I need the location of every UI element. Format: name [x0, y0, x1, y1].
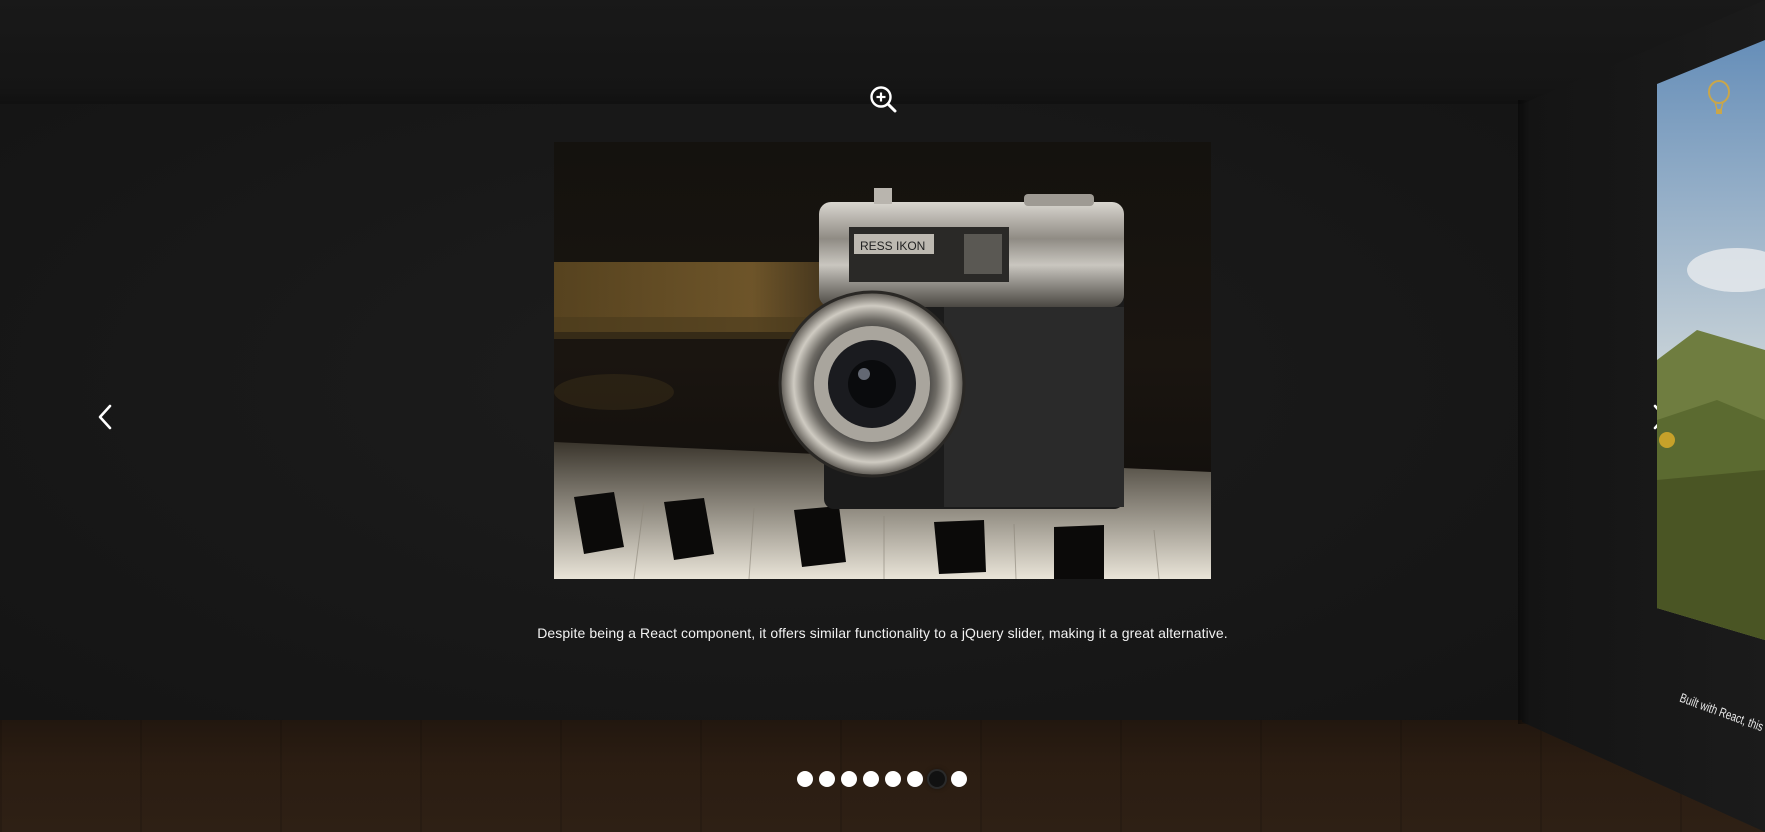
chevron-left-icon [98, 404, 112, 430]
prev-slide-button[interactable] [93, 402, 119, 432]
pagination-dot-4[interactable] [863, 771, 879, 787]
zoom-in-icon[interactable] [868, 84, 898, 114]
balloon-icon [1706, 80, 1732, 116]
svg-text:RESS IKON: RESS IKON [860, 239, 925, 253]
wall-corner-shadow [1518, 100, 1530, 724]
slide-image-camera[interactable]: RESS IKON [554, 142, 1211, 579]
pagination-dot-2[interactable] [819, 771, 835, 787]
pagination-dot-1[interactable] [797, 771, 813, 787]
pagination-dot-3[interactable] [841, 771, 857, 787]
pagination-dot-5[interactable] [885, 771, 901, 787]
pagination-dots [797, 771, 967, 787]
pagination-dot-7-active[interactable] [929, 771, 945, 787]
pagination-dot-8[interactable] [951, 771, 967, 787]
pagination-dot-6[interactable] [907, 771, 923, 787]
slide-caption: Despite being a React component, it offe… [537, 625, 1228, 641]
